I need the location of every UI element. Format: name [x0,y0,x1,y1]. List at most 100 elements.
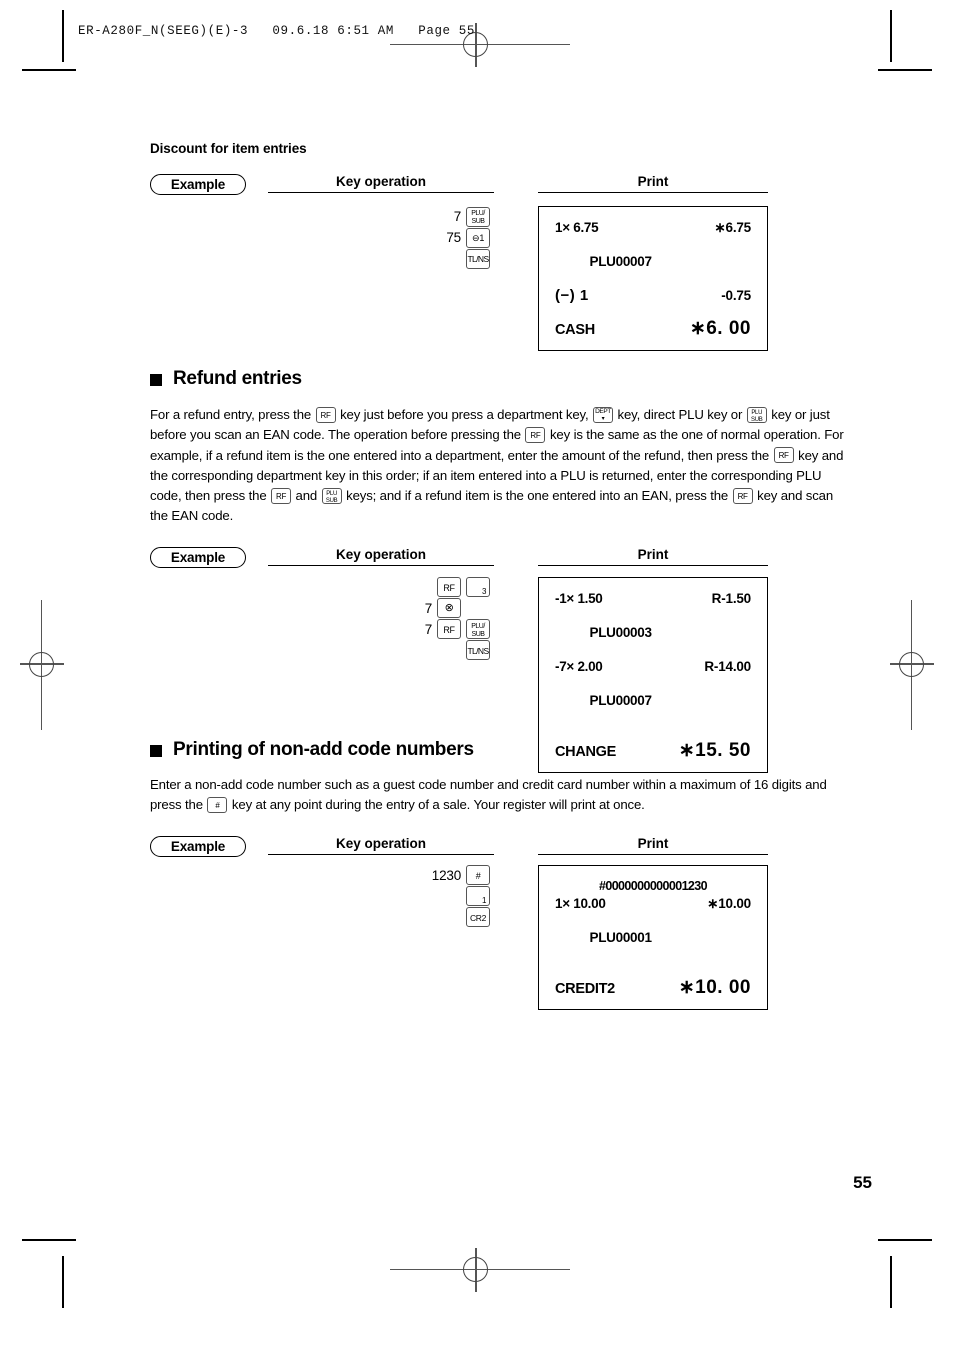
receipt-line-left: 1× 6.75 [555,220,599,235]
plu-sub-key[interactable]: PLU SUB [746,406,767,423]
key-operation-list-3: 1230 # 1 CR2 [268,865,494,928]
key-operation-list-2: RF 3 7 ⊗ 7 RF PLU/ SUB TL/NS [268,577,494,661]
tl-ns-key[interactable]: TL/NS [466,248,490,269]
receipt-line: PLU00007 [555,236,751,287]
plu-sub-key[interactable]: PLU/ SUB [466,619,490,640]
key-operation-row: TL/NS [268,248,490,269]
key-operation-header: Key operation [268,547,494,566]
key-operation-row: 1230 # [268,865,490,886]
key-label-line1: PLU/ [471,210,485,217]
registration-mark-bottom [390,1248,570,1292]
key-entry-number: 1230 [431,867,461,883]
receipt-total-line: CASH ∗6. 00 [555,317,751,340]
receipt-line: PLU00003 [555,607,751,658]
section-body-refund-entries: For a refund entry, press the RF key jus… [150,406,844,524]
key-operation-row: TL/NS [268,640,490,661]
key-operation-row: 75 ⊖ 1 [268,227,490,248]
receipt-line-left: -1× 1.50 [555,590,603,606]
crop-mark-top-left-horizontal [22,69,76,71]
section-heading-printing-non-add: Printing of non-add code numbers [150,739,850,761]
crop-mark-top-right-horizontal [878,69,932,71]
print-header: Print [538,836,768,855]
square-bullet-icon [150,374,162,386]
receipt-line-left: PLU00007 [589,692,652,708]
receipt-line-right: ∗10.00 [707,895,751,911]
key-label: ⊗ [444,602,454,615]
key-label: RF [778,451,789,461]
receipt-total-amount: ∗10. 00 [678,976,751,998]
dept-key[interactable]: DEPT ▾ [593,406,613,423]
rf-key[interactable]: RF [732,487,753,504]
key-operation-row: 7 PLU/ SUB [268,206,490,227]
receipt-line: -7× 2.00 R-14.00 [555,658,751,675]
key-label: # [215,800,220,810]
rf-key[interactable]: RF [437,619,461,640]
section-discount-for-item-entries: Discount for item entries Example Key op… [150,141,850,351]
hash-key[interactable]: # [207,796,228,813]
crop-mark-top-left-vertical [62,10,64,62]
receipt-total-line: CREDIT2 ∗10. 00 [555,976,751,999]
rf-key[interactable]: RF [315,406,336,423]
receipt-line-left: (−) 1 [555,287,589,304]
page-number: 55 [853,1173,872,1192]
receipt-line-left: PLU00007 [589,254,652,269]
plu-3-key[interactable]: 3 [466,577,490,598]
key-label: # [475,870,481,881]
key-label-line1: PLU [326,490,337,497]
receipt-line-right: -0.75 [721,288,751,303]
key-operation-row: CR2 [268,907,490,928]
subheading-discount-for-item-entries: Discount for item entries [150,141,307,156]
key-entry-number: 7 [453,209,462,224]
crop-mark-top-right-vertical [890,10,892,62]
key-operation-list-1: 7 PLU/ SUB 75 ⊖ 1 TL/NS [268,206,494,269]
registration-mark-right [890,600,934,730]
section-printing-of-non-add-code-numbers: Printing of non-add code numbers Enter a… [150,739,850,1010]
key-label-line1: PLU/ [471,622,485,630]
rf-key[interactable]: RF [271,487,292,504]
hash-key[interactable]: # [466,865,490,886]
minus-1-key[interactable]: ⊖ 1 [466,227,490,248]
key-label-line2: SUB [751,416,763,423]
receipt-line-left: PLU00003 [589,624,652,640]
key-label: CR2 [469,912,487,923]
key-label: 1 [481,896,486,906]
cr2-key[interactable]: CR2 [466,907,490,928]
plu-sub-key[interactable]: PLU SUB [321,487,342,504]
receipt-line: PLU00001 [555,912,751,963]
example-badge: Example [150,546,246,568]
square-bullet-icon [150,745,162,757]
receipt-line-left: PLU00001 [589,929,652,945]
receipt-line: 1× 10.00 ∗10.00 [555,895,751,912]
receipt-discount: 1× 6.75 ∗6.75 PLU00007 (−) 1 -0.75 CASH … [538,206,768,351]
key-operation-row: 7 ⊗ [268,598,490,619]
crop-mark-bottom-left-horizontal [22,1239,76,1241]
key-label: RF [530,430,541,440]
key-label-line2: SUB [471,630,485,638]
key-label: 3 [481,587,486,597]
plu-1-key[interactable]: 1 [466,886,490,907]
key-operation-row: 7 RF PLU/ SUB [268,619,490,640]
key-operation-row: RF 3 [268,577,490,598]
receipt-code-line: #0000000000001230 [599,878,708,893]
rf-key[interactable]: RF [437,577,461,598]
receipt-line: (−) 1 -0.75 [555,287,751,304]
receipt-line: PLU00007 [555,675,751,726]
receipt-total-label: CREDIT2 [555,980,615,997]
file-info-header: ER-A280F_N(SEEG)(E)-3 09.6.18 6:51 AM Pa… [78,24,475,38]
multiply-key[interactable]: ⊗ [437,598,461,619]
section-heading-text: Printing of non-add code numbers [173,739,474,760]
receipt-line-left: 1× 10.00 [555,895,606,911]
crop-mark-bottom-right-horizontal [878,1239,932,1241]
tl-ns-key[interactable]: TL/NS [466,640,490,661]
plu-sub-key[interactable]: PLU/ SUB [466,206,490,227]
receipt-total-label: CASH [555,322,595,338]
receipt-spacer [555,963,751,976]
key-label: RF [443,582,455,593]
section-body-printing-non-add: Enter a non-add code number such as a gu… [150,777,827,813]
key-entry-number: 75 [446,230,461,245]
receipt-line-right: ∗6.75 [714,220,751,235]
key-operation-header: Key operation [268,836,494,855]
rf-key[interactable]: RF [773,447,794,464]
section-heading-refund-entries: Refund entries [150,368,850,390]
rf-key[interactable]: RF [525,426,546,443]
